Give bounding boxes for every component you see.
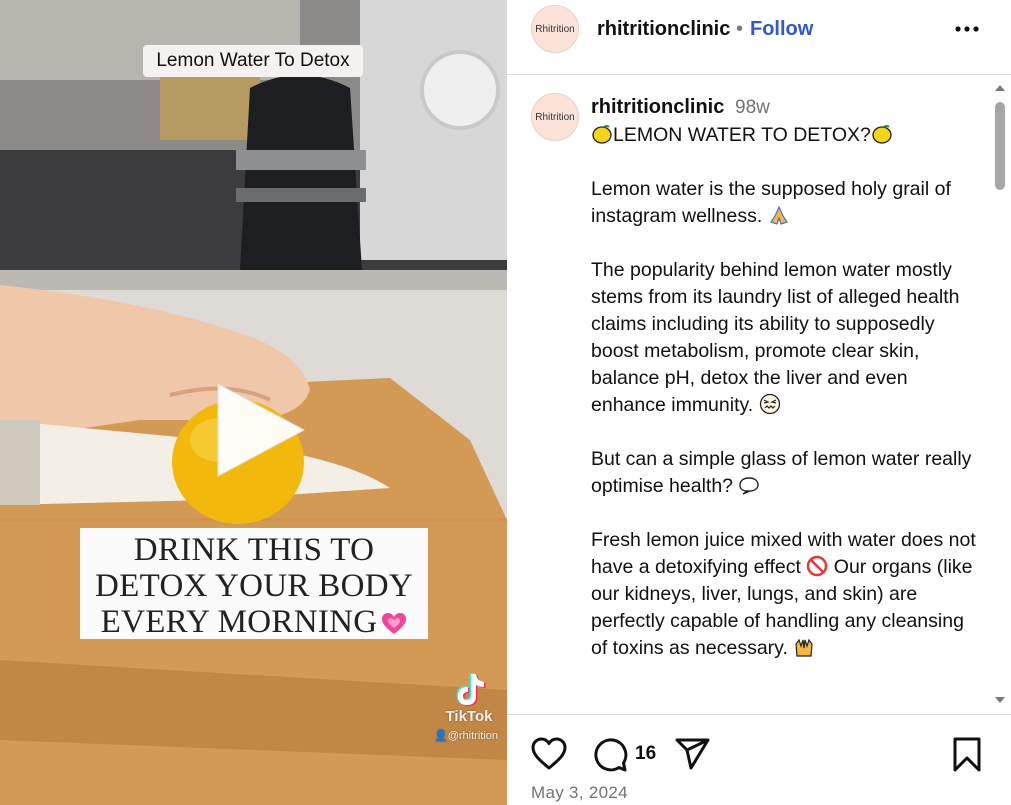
- caption-paragraph-1: Lemon water is the supposed holy grail o…: [591, 176, 981, 230]
- scrollbar-thumb[interactable]: [995, 102, 1005, 190]
- video-text-overlay: DRINK THIS TO DETOX YOUR BODY EVERY MORN…: [80, 528, 428, 640]
- caption-title-line: LEMON WATER TO DETOX?: [591, 122, 981, 149]
- header-separator: •: [736, 18, 744, 40]
- overlay-line-2: DETOX YOUR BODY: [95, 568, 413, 604]
- tiktok-watermark: TikTok 👤@rhitrition: [434, 672, 506, 747]
- comments-scrollbar[interactable]: [993, 82, 1007, 710]
- post-header: Rhitrition rhitritionclinic • Follow: [507, 0, 1011, 75]
- header-username[interactable]: rhitritionclinic: [597, 18, 730, 41]
- caption-p3: But can a simple glass of lemon water re…: [591, 448, 972, 497]
- speech-bubble-icon: [739, 477, 760, 495]
- user-icon: 👤: [434, 730, 448, 742]
- prohibited-icon: [807, 555, 828, 577]
- post-sidebar: Rhitrition rhitritionclinic • Follow Rhi…: [507, 0, 1011, 805]
- tiktok-logo-icon: [456, 673, 486, 706]
- caption-text: LEMON WATER TO DETOX? Lemon water is the…: [591, 122, 981, 689]
- avatar-text: Rhitrition: [535, 111, 575, 123]
- paper-plane-icon[interactable]: [675, 737, 711, 771]
- tiktok-handle-text: @rhitrition: [447, 730, 498, 742]
- caption-paragraph-3: But can a simple glass of lemon water re…: [591, 446, 981, 500]
- overlay-line-1: DRINK THIS TO: [133, 532, 375, 568]
- raised-hands-icon: [795, 638, 813, 657]
- play-icon[interactable]: [208, 380, 308, 480]
- caption-avatar[interactable]: Rhitrition: [531, 93, 579, 141]
- comment-count: 16: [635, 743, 657, 764]
- caption-paragraph-4: Fresh lemon juice mixed with water does …: [591, 527, 981, 662]
- heart-outline-icon[interactable]: [531, 737, 567, 771]
- overlay-line-3-wrap: EVERY MORNING: [80, 604, 428, 640]
- growing-heart-icon: [382, 613, 407, 635]
- avatar-text: Rhitrition: [535, 23, 575, 35]
- caption-age[interactable]: 98w: [735, 97, 770, 119]
- bookmark-icon[interactable]: [951, 737, 983, 773]
- confounded-face-icon: [759, 393, 780, 415]
- caption-username[interactable]: rhitritionclinic: [591, 96, 724, 119]
- tiktok-handle: 👤@rhitrition: [426, 729, 506, 742]
- folded-hands-icon: [769, 205, 788, 225]
- scroll-up-arrow-icon[interactable]: [993, 82, 1007, 94]
- lemon-icon: [592, 125, 612, 144]
- more-options-icon[interactable]: [955, 26, 979, 32]
- overlay-line-3: EVERY MORNING: [100, 604, 378, 640]
- post-actions-bar: 16 May 3, 2024: [507, 714, 1011, 805]
- scroll-down-arrow-icon[interactable]: [993, 694, 1007, 706]
- video-caption-chip: Lemon Water To Detox: [143, 45, 363, 77]
- comments-area[interactable]: Rhitrition rhitritionclinic 98w LEMON WA…: [507, 76, 1011, 714]
- caption-paragraph-2: The popularity behind lemon water mostly…: [591, 257, 981, 419]
- avatar[interactable]: Rhitrition: [531, 5, 579, 53]
- follow-button[interactable]: Follow: [750, 18, 813, 41]
- post-date[interactable]: May 3, 2024: [531, 783, 628, 803]
- video-player[interactable]: Lemon Water To Detox DRINK THIS TO DETOX…: [0, 0, 507, 805]
- lemon-icon: [872, 125, 892, 144]
- comment-bubble-icon[interactable]: [592, 737, 628, 773]
- tiktok-brand: TikTok: [445, 708, 493, 725]
- caption-title: LEMON WATER TO DETOX?: [613, 124, 871, 146]
